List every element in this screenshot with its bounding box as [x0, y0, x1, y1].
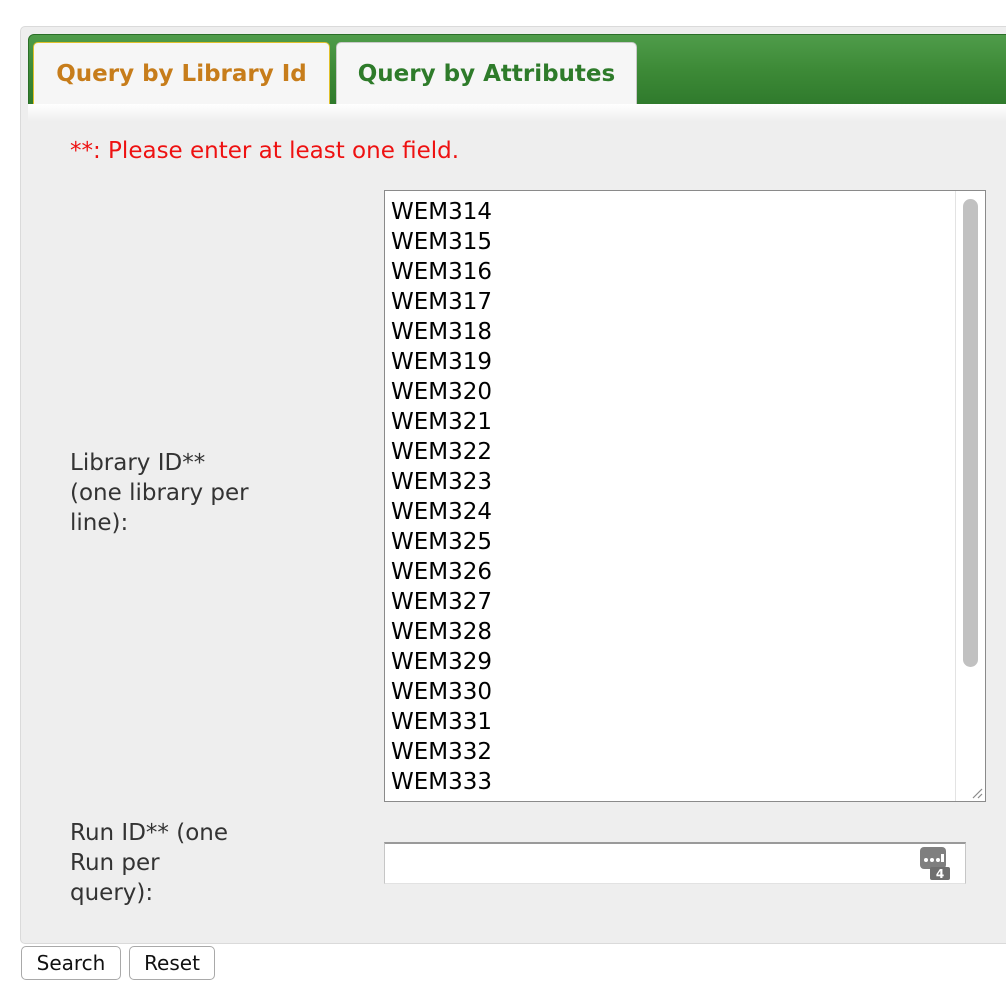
library-id-line: WEM316 — [391, 259, 493, 285]
tab-query-by-attributes[interactable]: Query by Attributes — [336, 42, 637, 104]
library-id-line: WEM326 — [391, 559, 493, 585]
library-id-line: WEM333 — [391, 769, 493, 795]
library-id-line: WEM322 — [391, 439, 493, 465]
library-id-line: WEM320 — [391, 379, 493, 405]
library-id-line: WEM317 — [391, 289, 493, 315]
textarea-scrollbar[interactable] — [955, 191, 985, 801]
library-id-label: Library ID** (one library per line): — [70, 450, 249, 536]
resize-handle-icon[interactable] — [969, 785, 983, 799]
library-id-line: WEM325 — [391, 529, 493, 555]
library-id-line: WEM332 — [391, 739, 493, 765]
library-id-line: WEM314 — [391, 199, 493, 225]
search-button[interactable]: Search — [21, 946, 121, 980]
library-id-line: WEM324 — [391, 499, 493, 525]
library-id-line: WEM331 — [391, 709, 493, 735]
tab-content-top — [28, 104, 1006, 122]
scrollbar-thumb[interactable] — [963, 199, 978, 667]
library-id-line: WEM327 — [391, 589, 493, 615]
run-id-label: Run ID** (one Run per query): — [70, 820, 228, 906]
library-id-line: WEM329 — [391, 649, 493, 675]
library-id-lines: WEM314 WEM315 WEM316 WEM317 WEM318 WEM319 WEM3… — [391, 197, 492, 797]
library-id-line: WEM319 — [391, 349, 493, 375]
library-id-line: WEM315 — [391, 229, 493, 255]
library-id-textarea[interactable]: WEM314 WEM315 WEM316 WEM317 WEM318 WEM319 WEM3… — [384, 190, 986, 802]
run-id-input[interactable] — [384, 842, 966, 884]
library-id-line: WEM318 — [391, 319, 493, 345]
required-field-note: **: Please enter at least one field. — [70, 138, 460, 164]
library-id-line: WEM321 — [391, 409, 493, 435]
password-keypad-icon[interactable]: 4 — [918, 845, 952, 881]
library-id-line: WEM330 — [391, 679, 493, 705]
keypad-badge: 4 — [936, 867, 944, 881]
reset-button[interactable]: Reset — [129, 946, 215, 980]
tab-query-by-library-id[interactable]: Query by Library Id — [33, 42, 330, 104]
library-id-line: WEM323 — [391, 469, 493, 495]
library-id-line: WEM328 — [391, 619, 493, 645]
